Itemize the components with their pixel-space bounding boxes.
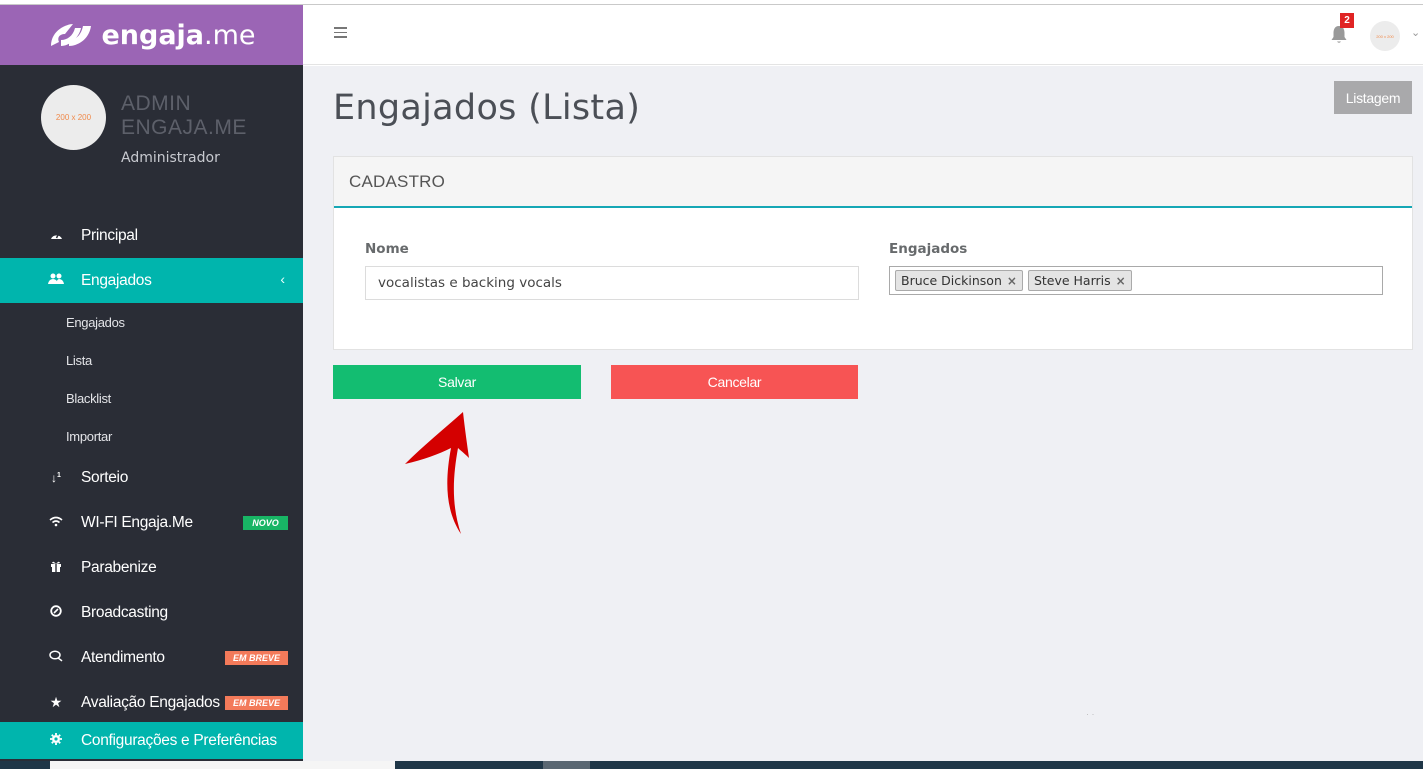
user-menu-avatar[interactable]: 200 x 200 xyxy=(1370,21,1400,51)
sidebar-item-atendimento[interactable]: Atendimento EM BREVE xyxy=(0,635,303,680)
sidebar-item-principal[interactable]: Principal xyxy=(0,213,303,258)
user-role: Administrador xyxy=(121,150,220,166)
sidebar-item-sorteio[interactable]: ↓1 Sorteio xyxy=(0,455,303,500)
tag-item: Steve Harris × xyxy=(1027,270,1132,291)
sidebar-item-label: Parabenize xyxy=(81,558,157,576)
sidebar: 200 x 200 ADMIN ENGAJA.ME Administrador … xyxy=(0,65,303,769)
annotation-arrow-icon xyxy=(405,412,469,534)
new-badge: NOVO xyxy=(243,516,288,530)
coming-soon-badge: EM BREVE xyxy=(225,696,288,710)
name-label: Nome xyxy=(365,241,409,257)
brand-name-tld: .me xyxy=(204,19,256,51)
page-title: Engajados (Lista) xyxy=(333,88,641,128)
sidebar-subitem-blacklist[interactable]: Blacklist xyxy=(0,379,303,417)
listagem-button[interactable]: Listagem xyxy=(1334,81,1412,114)
save-button[interactable]: Salvar xyxy=(333,365,581,399)
sidebar-nav: Principal Engajados ‹ Engajados Lista Bl… xyxy=(0,213,303,725)
top-bar: 2 200 x 200 ⌄ xyxy=(303,5,1423,65)
sidebar-item-engajados[interactable]: Engajados ‹ xyxy=(0,258,303,303)
tag-item: Bruce Dickinson × xyxy=(895,270,1023,291)
panel-title: CADASTRO xyxy=(334,157,1412,208)
chat-icon xyxy=(48,650,64,665)
sidebar-item-avaliacao[interactable]: ★ Avaliação Engajados EM BREVE xyxy=(0,680,303,725)
menu-toggle-icon[interactable] xyxy=(334,27,347,38)
sidebar-subitem-lista[interactable]: Lista xyxy=(0,341,303,379)
name-input[interactable]: vocalistas e backing vocals xyxy=(365,266,859,300)
gear-icon xyxy=(48,733,64,748)
star-icon: ★ xyxy=(49,694,63,710)
remove-tag-icon[interactable]: × xyxy=(1007,274,1017,288)
chevron-left-icon: ‹ xyxy=(280,271,285,287)
broadcast-icon xyxy=(48,605,64,620)
coming-soon-badge: EM BREVE xyxy=(225,651,288,665)
cadastro-panel: CADASTRO Nome vocalistas e backing vocal… xyxy=(333,156,1413,350)
remove-tag-icon[interactable]: × xyxy=(1116,274,1126,288)
user-name: ADMIN ENGAJA.ME xyxy=(121,92,247,139)
engaged-label: Engajados xyxy=(889,241,968,257)
app-window: engaja.me 200 x 200 ADMIN ENGAJA.ME Admi… xyxy=(0,0,1423,769)
users-icon xyxy=(48,273,64,288)
gift-icon xyxy=(48,560,64,575)
notification-count-badge: 2 xyxy=(1340,13,1354,28)
brand-name: engaja.me xyxy=(101,20,255,51)
sidebar-item-label: Sorteio xyxy=(81,468,129,486)
engaged-tags-input[interactable]: Bruce Dickinson × Steve Harris × xyxy=(889,266,1383,295)
sidebar-item-broadcasting[interactable]: Broadcasting xyxy=(0,590,303,635)
sidebar-item-label: Avaliação Engajados xyxy=(81,693,220,711)
sidebar-item-wifi[interactable]: WI-FI Engaja.Me NOVO xyxy=(0,500,303,545)
taskbar-strip xyxy=(0,761,1423,769)
brand-logo[interactable]: engaja.me xyxy=(0,5,303,65)
name-input-value: vocalistas e backing vocals xyxy=(378,275,562,291)
tag-label: Bruce Dickinson xyxy=(901,273,1002,288)
loading-dots: · · xyxy=(1086,709,1095,719)
logo-mark-icon xyxy=(51,24,92,46)
avatar-placeholder-text: 200 x 200 xyxy=(55,113,92,122)
sidebar-item-label: Configurações e Preferências xyxy=(81,731,277,749)
tag-label: Steve Harris xyxy=(1033,273,1111,288)
sidebar-item-label: Broadcasting xyxy=(81,603,168,621)
cancel-button[interactable]: Cancelar xyxy=(611,365,858,399)
dashboard-icon xyxy=(48,228,64,243)
brand-name-main: engaja xyxy=(101,19,205,51)
main-content: Engajados (Lista) Listagem CADASTRO Nome… xyxy=(303,66,1423,761)
sort-numeric-icon: ↓1 xyxy=(51,470,61,485)
top-avatar-text: 200 x 200 xyxy=(1376,33,1394,39)
sidebar-subitem-importar[interactable]: Importar xyxy=(0,417,303,455)
sidebar-item-label: Engajados xyxy=(81,271,152,289)
sidebar-item-parabenize[interactable]: Parabenize xyxy=(0,545,303,590)
chevron-down-icon[interactable]: ⌄ xyxy=(1411,26,1420,39)
avatar[interactable]: 200 x 200 xyxy=(41,85,106,150)
sidebar-item-label: WI-FI Engaja.Me xyxy=(81,513,193,531)
sidebar-item-label: Atendimento xyxy=(81,648,165,666)
sidebar-subitem-engajados[interactable]: Engajados xyxy=(0,303,303,341)
sidebar-item-label: Principal xyxy=(81,226,138,244)
sidebar-item-configuracoes[interactable]: Configurações e Preferências xyxy=(0,722,303,759)
wifi-icon xyxy=(48,515,64,530)
